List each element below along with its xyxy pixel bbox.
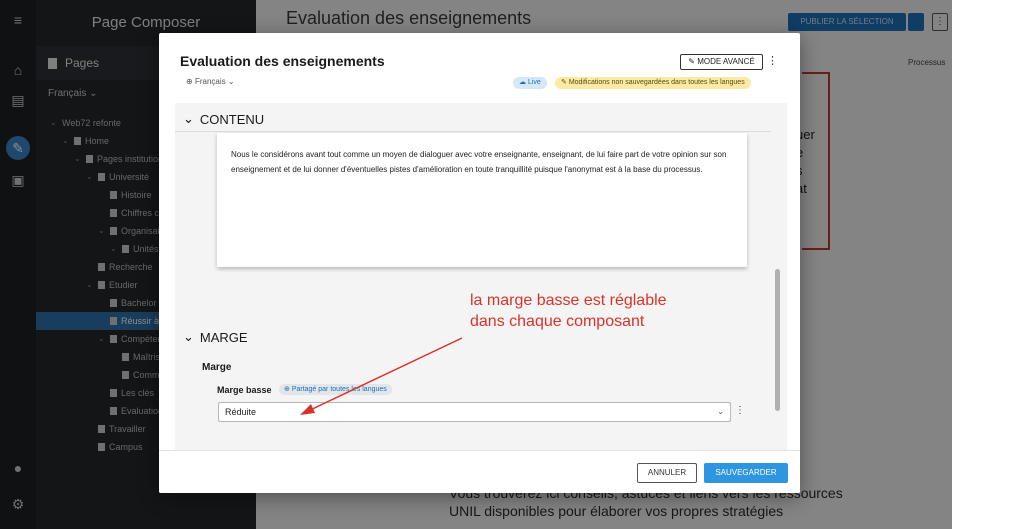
marge-basse-select[interactable]: Réduite ⌄	[218, 402, 731, 422]
unsaved-changes-badge: ✎ Modifications non sauvegardées dans to…	[555, 77, 751, 89]
chevron-down-icon: ⌄	[227, 77, 235, 86]
dialog-more-icon[interactable]: ⋮	[767, 54, 778, 67]
content-text: Nous le considérons avant tout comme un …	[231, 150, 727, 174]
select-value: Réduite	[225, 407, 257, 417]
section-content-title: CONTENU	[199, 111, 265, 127]
marge-group-label: Marge	[202, 362, 232, 373]
chevron-down-icon: ⌄	[717, 407, 724, 416]
pencil-icon: ✎	[688, 57, 698, 66]
globe-icon: ⊕	[284, 386, 292, 393]
shared-badge-label: Partagé par toutes les langues	[291, 386, 387, 393]
cancel-button[interactable]: ANNULER	[637, 463, 697, 483]
dialog-footer: ANNULER SAUVEGARDER	[159, 450, 800, 493]
advanced-mode-label: MODE AVANCÉ	[697, 57, 755, 66]
section-content-header[interactable]: ⌄ CONTENU	[183, 111, 264, 127]
annotation-line: dans chaque composant	[470, 313, 645, 330]
section-marge-title: MARGE	[199, 329, 248, 345]
field-more-icon[interactable]: ⋮	[735, 405, 745, 416]
edit-component-dialog: Evaluation des enseignements ⊕ Français …	[159, 33, 800, 493]
globe-icon: ⊕	[186, 77, 195, 86]
marge-basse-label: Marge basse	[217, 385, 272, 395]
dialog-language-selector[interactable]: ⊕ Français ⌄	[186, 77, 235, 86]
scrollbar-thumb[interactable]	[775, 269, 780, 411]
live-badge: ☁ Live	[513, 77, 547, 89]
app-root: ≡ ⌂ ▤ ✎ ▣ ● ⚙ Page Composer Pages França…	[0, 0, 1024, 529]
live-badge-label: Live	[527, 79, 541, 86]
content-preview-card[interactable]: Nous le considérons avant tout comme un …	[217, 133, 747, 267]
advanced-mode-button[interactable]: ✎ MODE AVANCÉ	[680, 54, 763, 70]
annotation-text: la marge basse est réglable dans chaque …	[470, 290, 667, 332]
shared-languages-badge: ⊕ Partagé par toutes les langues	[279, 384, 392, 395]
pencil-icon: ✎	[561, 79, 569, 86]
chevron-down-icon: ⌄	[183, 329, 194, 344]
dialog-title: Evaluation des enseignements	[180, 53, 385, 69]
divider	[175, 131, 771, 132]
cloud-icon: ☁	[519, 79, 528, 86]
save-button[interactable]: SAUVEGARDER	[704, 463, 788, 483]
page-margin	[952, 0, 1024, 529]
dialog-language-label: Français	[194, 77, 226, 86]
annotation-line: la marge basse est réglable	[470, 292, 667, 309]
unsaved-badge-label: Modifications non sauvegardées dans tout…	[568, 79, 745, 86]
chevron-down-icon: ⌄	[183, 111, 194, 126]
section-marge-header[interactable]: ⌄ MARGE	[183, 329, 248, 345]
